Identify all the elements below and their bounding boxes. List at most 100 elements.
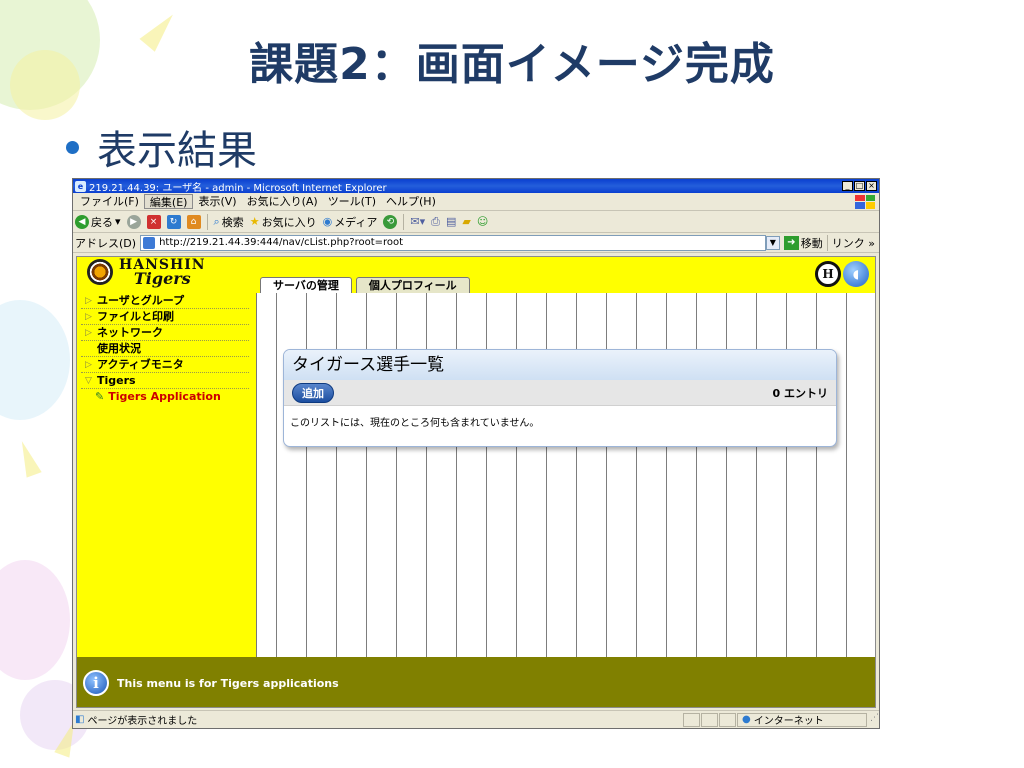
zone-text: インターネット [753, 716, 824, 727]
sidebar-item-label: 使用状況 [97, 341, 141, 355]
history-icon[interactable]: ⟲ [383, 214, 398, 229]
ht-team-logo-icon: H [815, 261, 841, 287]
go-arrow-icon: ➜ [783, 235, 799, 250]
stop-icon[interactable]: × [146, 214, 161, 229]
address-input[interactable]: http://219.21.44.39:444/nav/cList.php?ro… [140, 234, 766, 251]
back-label: 戻る [91, 215, 113, 229]
tab-server-management[interactable]: サーバの管理 [260, 277, 352, 293]
info-bar: i This menu is for Tigers applications [77, 657, 875, 707]
ie-icon: e [75, 180, 86, 192]
sidebar-item-active-monitor[interactable]: ▷ アクティブモニタ [81, 357, 249, 373]
info-text: This menu is for Tigers applications [117, 676, 339, 690]
print-icon[interactable]: ⎙ [431, 215, 440, 229]
search-button[interactable]: ⌕ 検索 [214, 214, 244, 230]
resize-grip-icon[interactable]: ⋰ [867, 713, 879, 727]
search-icon: ⌕ [213, 214, 220, 228]
sidebar-item-network[interactable]: ▷ ネットワーク [81, 325, 249, 341]
address-dropdown-icon[interactable]: ▼ [765, 235, 780, 250]
menu-edit[interactable]: 編集(E) [143, 194, 194, 209]
window-title: 219.21.44.39: ユーザ名 - admin - Microsoft I… [89, 182, 387, 194]
back-arrow-icon: ◀ [75, 214, 89, 229]
status-cell [683, 712, 700, 727]
slide: 課題2：画面イメージ完成 表示結果 e 219.21.44.39: ユーザ名 -… [0, 0, 1024, 768]
logo-team: Tigers [133, 269, 191, 288]
toolbar-separator [403, 213, 405, 230]
app-header: HANSHIN Tigers サーバの管理 個人プロフィール H ◖ [77, 257, 875, 293]
status-message: ◧ ページが表示されました [75, 712, 683, 727]
window-titlebar[interactable]: e 219.21.44.39: ユーザ名 - admin - Microsoft… [73, 179, 879, 194]
windows-logo-icon [855, 194, 875, 209]
sidebar-item-label: Tigers [97, 373, 136, 387]
menu-tools[interactable]: ツール(T) [323, 194, 381, 209]
security-zone: ● インターネット [737, 712, 867, 727]
media-button[interactable]: ◉ メディア [323, 214, 378, 230]
home-icon[interactable]: ⌂ [186, 214, 201, 229]
sidebar-item-tigers-application[interactable]: ✎ Tigers Application [81, 389, 249, 405]
mail-icon[interactable]: ✉▾ [410, 215, 425, 228]
panel-title: タイガース選手一覧 [284, 350, 836, 380]
menu-bar: ファイル(F) 編集(E) 表示(V) お気に入り(A) ツール(T) ヘルプ(… [73, 193, 879, 211]
minimize-button[interactable]: _ [842, 181, 853, 191]
decor-ray [14, 438, 42, 478]
logout-icon[interactable]: ◖ [843, 261, 869, 287]
decor-circle-blue [0, 300, 70, 420]
page-content: HANSHIN Tigers サーバの管理 個人プロフィール H ◖ ▷ ユーザ… [76, 256, 876, 708]
logo-text: HANSHIN Tigers [119, 258, 206, 288]
close-button[interactable]: × [866, 181, 877, 191]
maximize-button[interactable]: □ [854, 181, 865, 191]
player-list-panel: タイガース選手一覧 追加 0 エントリ このリストには、現在のところ何も含まれて… [283, 349, 837, 447]
add-button[interactable]: 追加 [292, 382, 334, 403]
folder-icon[interactable]: ▰ [462, 215, 470, 228]
menu-help[interactable]: ヘルプ(H) [381, 194, 441, 209]
back-button[interactable]: ◀ 戻る ▾ [75, 214, 121, 230]
forward-arrow-icon[interactable]: ▶ [126, 214, 141, 229]
browser-window: e 219.21.44.39: ユーザ名 - admin - Microsoft… [72, 178, 880, 729]
menu-view[interactable]: 表示(V) [193, 194, 241, 209]
entry-count: 0 エントリ [772, 386, 828, 400]
sidebar-item-label: Tigers Application [108, 390, 221, 403]
status-text: ページが表示されました [87, 716, 198, 727]
panel-toolbar: 追加 0 エントリ [284, 380, 836, 406]
sidebar-item-usage[interactable]: 使用状況 [81, 341, 249, 357]
tab-bar: サーバの管理 個人プロフィール [260, 277, 474, 293]
pen-icon: ✎ [95, 390, 105, 403]
empty-list-message: このリストには、現在のところ何も含まれていません。 [290, 418, 540, 429]
media-icon: ◉ [322, 215, 333, 228]
chevron-right-icon: ▷ [85, 311, 92, 322]
chevron-right-icon: ▷ [85, 295, 92, 306]
tab-personal-profile[interactable]: 個人プロフィール [355, 277, 470, 293]
messenger-icon[interactable]: ☺ [477, 215, 488, 228]
sidebar-item-users-groups[interactable]: ▷ ユーザとグループ [81, 293, 249, 309]
refresh-icon[interactable]: ↻ [166, 214, 181, 229]
edit-icon[interactable]: ▤ [446, 215, 456, 228]
hanshin-tigers-logo[interactable]: HANSHIN Tigers [87, 258, 206, 288]
chevron-right-icon: ▷ [85, 359, 92, 370]
bullet-text: 表示結果 [97, 128, 257, 174]
links-button[interactable]: リンク » [826, 234, 879, 251]
header-icons: H ◖ [815, 261, 869, 287]
favorites-button[interactable]: ★ お気に入り [250, 214, 317, 230]
globe-icon: ● [742, 714, 751, 725]
go-label: 移動 [800, 236, 823, 250]
menu-favorites[interactable]: お気に入り(A) [242, 194, 323, 209]
sidebar-item-tigers[interactable]: ▽ Tigers [81, 373, 249, 389]
slide-title: 課題2：画面イメージ完成 [249, 39, 775, 90]
go-button[interactable]: ➜ 移動 [783, 235, 823, 251]
page-done-icon: ◧ [75, 714, 85, 725]
menu-file[interactable]: ファイル(F) [75, 194, 144, 209]
address-bar: アドレス(D) http://219.21.44.39:444/nav/cLis… [73, 233, 879, 253]
tigers-emblem-icon [87, 259, 113, 285]
status-cell [701, 712, 718, 727]
bullet-dot [66, 140, 79, 154]
sidebar-item-label: ファイルと印刷 [97, 309, 174, 323]
sidebar: ▷ ユーザとグループ ▷ ファイルと印刷 ▷ ネットワーク 使用状況 ▷ アクテ… [77, 293, 257, 657]
address-label: アドレス(D) [75, 236, 137, 250]
address-url: http://219.21.44.39:444/nav/cList.php?ro… [159, 237, 404, 248]
sidebar-item-file-print[interactable]: ▷ ファイルと印刷 [81, 309, 249, 325]
main-area: タイガース選手一覧 追加 0 エントリ このリストには、現在のところ何も含まれて… [258, 293, 875, 657]
status-cell [719, 712, 736, 727]
window-controls: _ □ × [842, 181, 877, 191]
chevron-down-icon: ▽ [85, 375, 92, 386]
chevron-right-icon: ▷ [85, 327, 92, 338]
media-label: メディア [334, 215, 378, 229]
